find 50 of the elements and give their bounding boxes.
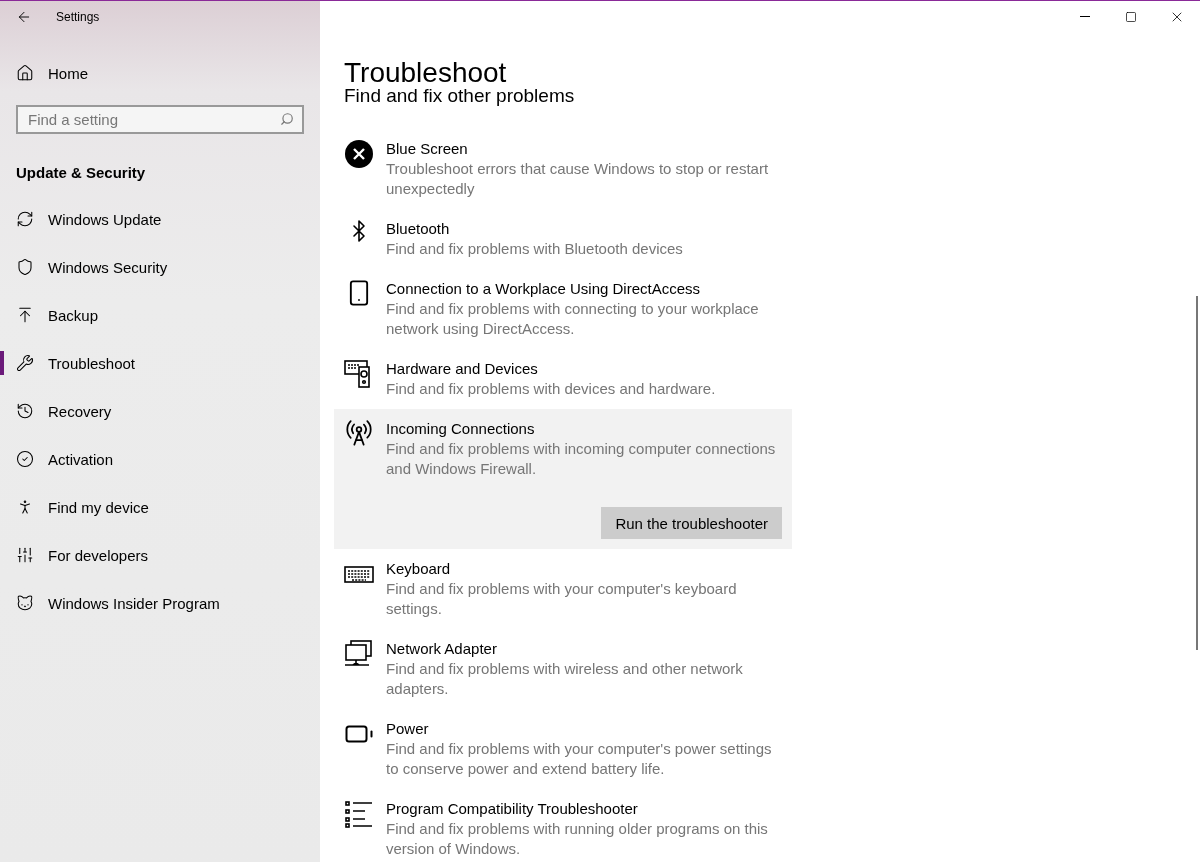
sliders-icon [16,546,34,564]
home-nav-item[interactable]: Home [0,49,320,97]
troubleshooter-description: Find and fix problems with incoming computer connections and Windows Firewall. [386,439,777,479]
troubleshooter-description: Find and fix problems with your computer's keyboard settings. [386,579,738,619]
search-field[interactable]: Find a setting [16,105,304,134]
home-icon [16,64,34,82]
cat-icon [16,594,34,612]
troubleshooter-name: Power [386,719,430,739]
sidebar-item[interactable]: Activation [0,435,320,483]
sidebar-item[interactable]: Windows Security [0,243,320,291]
sidebar-item[interactable]: Windows Update [0,195,320,243]
check-circle-icon [16,450,34,468]
troubleshooter-name: Incoming Connections [386,419,536,439]
troubleshooter-description: Find and fix problems with Bluetooth devices [386,239,683,259]
troubleshooter-description: Find and fix problems with connecting to your workplace network using DirectAccess. [386,299,760,339]
troubleshooter-name: Bluetooth [386,219,451,239]
troubleshooter-description: Find and fix problems with wireless and other network adapters. [386,659,744,699]
antenna-icon [345,419,373,447]
wrench-icon [16,354,34,372]
troubleshooter-name: Blue Screen [386,139,469,159]
sidebar-item[interactable]: Recovery [0,387,320,435]
upload-arrow-icon [16,306,34,324]
sidebar-item[interactable]: Backup [0,291,320,339]
minimize-icon [1080,16,1090,17]
monitors-icon [344,639,374,669]
sidebar-item[interactable]: For developers [0,531,320,579]
troubleshooter-description: Find and fix problems with running older programs on this version of Windows. [386,819,769,859]
troubleshooter-name: Connection to a Workplace Using DirectAccess [386,279,702,299]
scrollbar[interactable] [1196,296,1198,650]
list-icon [344,799,374,829]
expanded-troubleshooter-card[interactable]: Incoming Connections Find and fix problems with incoming computer connections and Windows Firewall. Run the troubleshooter [334,409,792,549]
window-title: Settings [56,9,100,24]
sidebar-item[interactable]: Troubleshoot [0,339,320,387]
maximize-icon [1125,10,1137,23]
sidebar-item[interactable]: Find my device [0,483,320,531]
refresh-icon [16,210,34,228]
section-heading: Update & Security [15,163,147,183]
troubleshooter-description: Find and fix problems with devices and hardware. [386,379,716,399]
troubleshooter-name: Hardware and Devices [386,359,539,379]
run-troubleshooter-button[interactable]: Run the troubleshooter [601,507,782,539]
troubleshooter-name: Network Adapter [386,639,498,659]
troubleshooter-description: Troubleshoot errors that cause Windows to stop or restart unexpectedly [386,159,770,199]
troubleshooter-name: Program Compatibility Troubleshooter [386,799,639,819]
troubleshooter-name: Keyboard [386,559,452,579]
troubleshooter-description: Find and fix problems with your computer's power settings to conserve power and extend battery life. [386,739,773,779]
sidebar-item[interactable]: Windows Insider Program [0,579,320,627]
shield-icon [16,258,34,276]
history-icon [16,402,34,420]
x-circle-icon [344,139,374,169]
search-icon [280,112,294,126]
